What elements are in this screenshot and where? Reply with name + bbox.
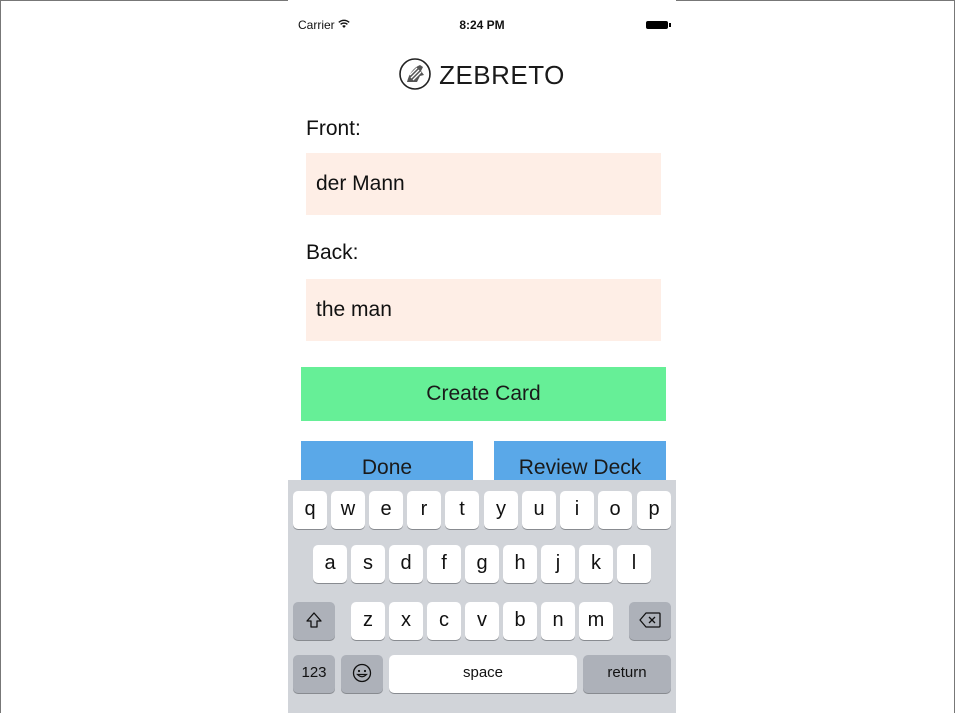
key-j[interactable]: j [541, 545, 575, 583]
emoji-key[interactable] [341, 655, 383, 693]
key-h[interactable]: h [503, 545, 537, 583]
key-k[interactable]: k [579, 545, 613, 583]
back-input[interactable] [306, 279, 661, 341]
key-x[interactable]: x [389, 602, 423, 640]
key-b[interactable]: b [503, 602, 537, 640]
emoji-icon [352, 662, 372, 684]
numbers-key[interactable]: 123 [293, 655, 335, 693]
front-label: Front: [306, 117, 361, 140]
key-c[interactable]: c [427, 602, 461, 640]
create-card-button[interactable]: Create Card [301, 367, 666, 421]
key-y[interactable]: y [484, 491, 518, 529]
key-u[interactable]: u [522, 491, 556, 529]
delete-key[interactable] [629, 602, 671, 640]
phone-screen: Carrier 8:24 PM ZEBRETO Front: Back: Cre… [288, 0, 676, 713]
key-i[interactable]: i [560, 491, 594, 529]
key-a[interactable]: a [313, 545, 347, 583]
shift-icon [305, 609, 323, 631]
status-time: 8:24 PM [459, 18, 505, 32]
key-e[interactable]: e [369, 491, 403, 529]
zebra-logo-icon [399, 58, 431, 97]
battery-icon [646, 21, 671, 29]
key-q[interactable]: q [293, 491, 327, 529]
back-label: Back: [306, 241, 359, 264]
key-m[interactable]: m [579, 602, 613, 640]
space-key[interactable]: space [389, 655, 577, 693]
key-l[interactable]: l [617, 545, 651, 583]
key-r[interactable]: r [407, 491, 441, 529]
key-g[interactable]: g [465, 545, 499, 583]
key-z[interactable]: z [351, 602, 385, 640]
key-n[interactable]: n [541, 602, 575, 640]
key-p[interactable]: p [637, 491, 671, 529]
app-title: ZEBRETO [439, 60, 565, 90]
shift-key[interactable] [293, 602, 335, 640]
return-key[interactable]: return [583, 655, 671, 693]
key-w[interactable]: w [331, 491, 365, 529]
key-d[interactable]: d [389, 545, 423, 583]
app-header: ZEBRETO [288, 58, 676, 97]
key-o[interactable]: o [598, 491, 632, 529]
key-f[interactable]: f [427, 545, 461, 583]
keyboard: q w e r t y u i o p a s d f g h j k l z … [288, 480, 676, 713]
key-s[interactable]: s [351, 545, 385, 583]
delete-icon [639, 609, 661, 631]
status-bar: Carrier 8:24 PM [288, 18, 676, 38]
front-input[interactable] [306, 153, 661, 215]
key-v[interactable]: v [465, 602, 499, 640]
key-t[interactable]: t [445, 491, 479, 529]
